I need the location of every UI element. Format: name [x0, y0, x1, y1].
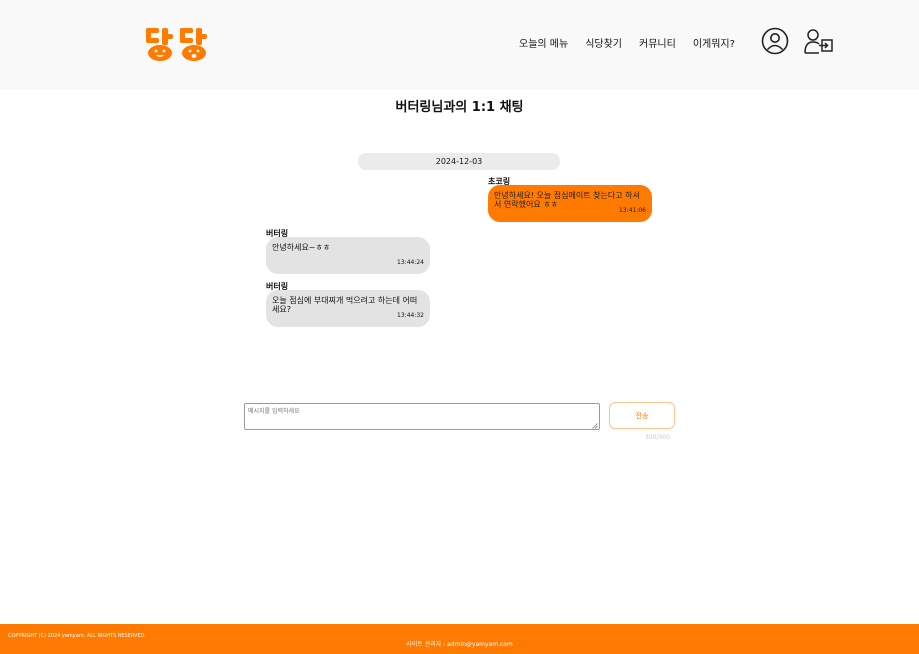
site-footer: COPYRIGHT (C) 2024 yamyam. ALL RIGHTS RE…	[0, 624, 919, 654]
send-button[interactable]: 전송	[609, 402, 675, 429]
site-header: 냠냠 오늘의 메뉴 식당찾기 커뮤니티 이게뭐지?	[0, 0, 919, 90]
nav-community[interactable]: 커뮤니티	[639, 35, 676, 50]
message-time: 13:41:06	[619, 207, 646, 214]
resize-grip-icon[interactable]	[592, 423, 598, 429]
message-time: 13:44:32	[397, 312, 424, 319]
date-divider: 2024-12-03	[358, 153, 560, 170]
message-bubble-other: 오늘 점심에 부대찌개 먹으려고 하는데 어떠세요? 13:44:32	[266, 290, 430, 327]
message-bubble-mine: 안녕하세요! 오늘 점심메이트 찾는다고 하셔서 연락했어요 ㅎㅎ 13:41:…	[488, 185, 652, 222]
char-counter: 300/300	[645, 434, 670, 441]
nav-what-is-this[interactable]: 이게뭐지?	[693, 35, 735, 50]
logo[interactable]: 냠냠	[145, 26, 213, 62]
message-input[interactable]	[244, 403, 600, 430]
user-circle-icon[interactable]	[761, 27, 789, 55]
admin-contact: 사이트 관리자 : admin@yamyam.com	[406, 641, 513, 648]
main-nav: 오늘의 메뉴 식당찾기 커뮤니티 이게뭐지?	[519, 35, 752, 50]
page-title: 버터링님과의 1:1 채팅	[395, 100, 524, 115]
message-time: 13:44:24	[397, 259, 424, 266]
nav-today-menu[interactable]: 오늘의 메뉴	[519, 35, 568, 50]
login-icon[interactable]	[804, 28, 834, 54]
nav-find-restaurant[interactable]: 식당찾기	[585, 35, 622, 50]
message-bubble-other: 안녕하세요~ㅎㅎ 13:44:24	[266, 237, 430, 274]
message-text: 안녕하세요~ㅎㅎ	[272, 243, 331, 252]
